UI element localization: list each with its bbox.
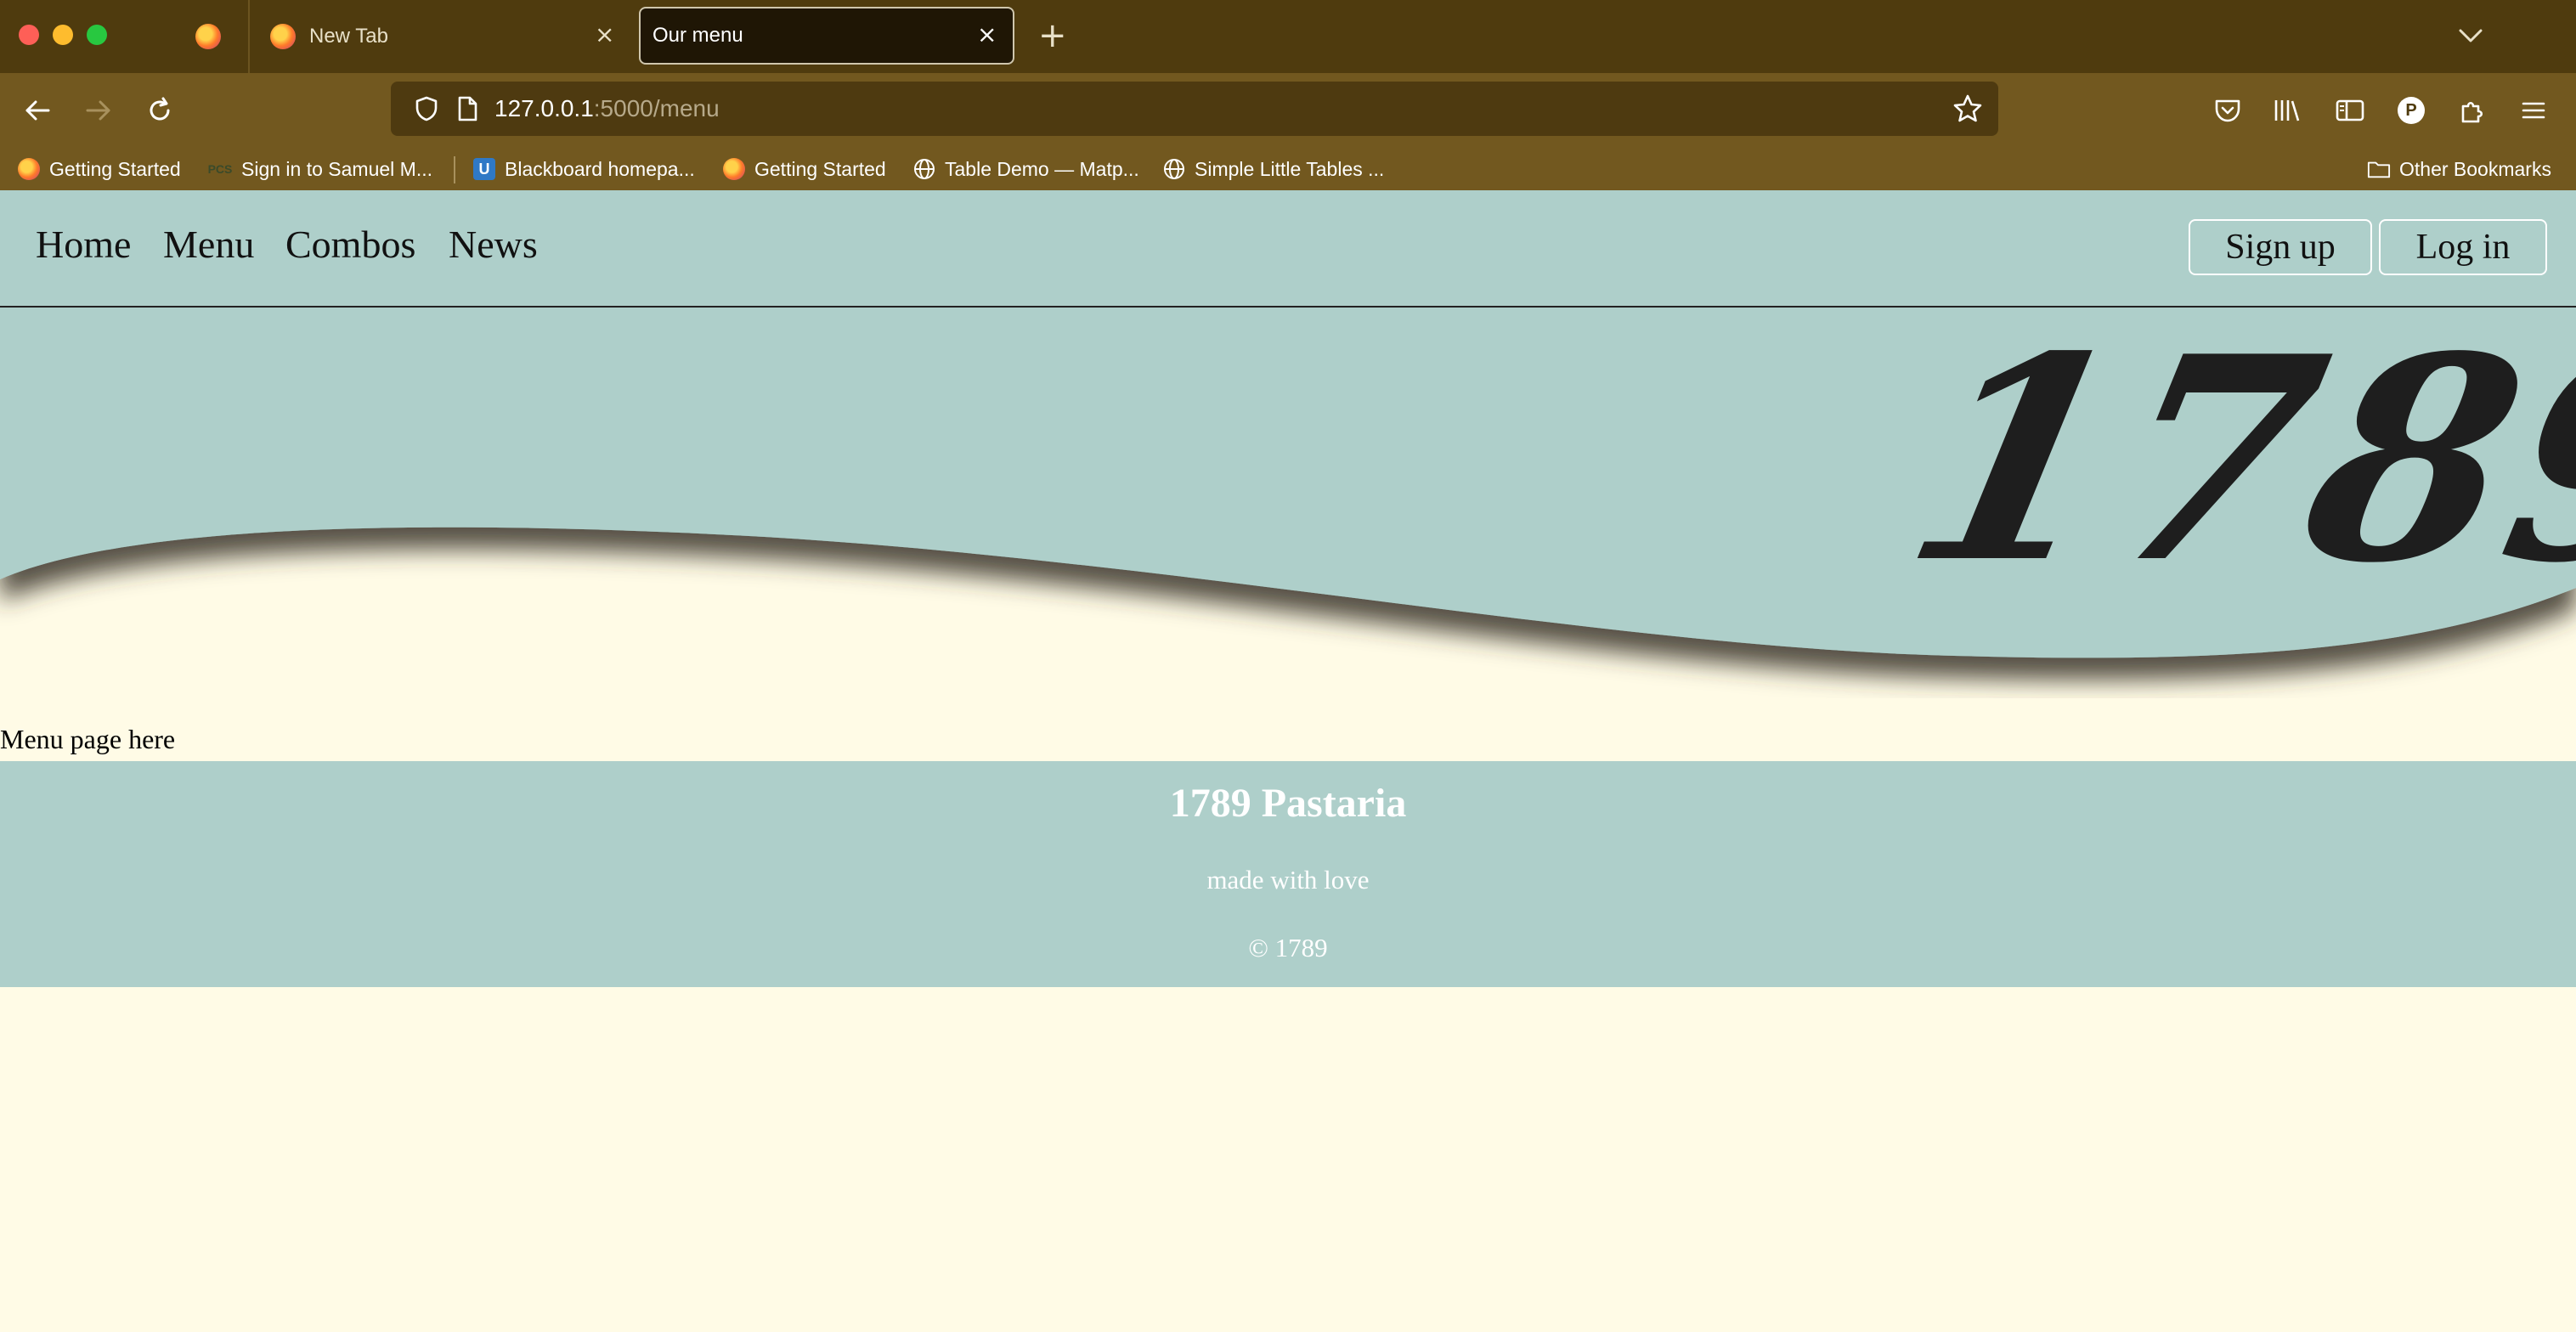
reload-icon [150, 97, 170, 121]
chevron-down-icon[interactable] [2454, 19, 2488, 53]
bookmark-label: Sign in to Samuel M... [241, 157, 432, 180]
firefox-icon [270, 24, 296, 49]
bookmark-blackboard[interactable]: U Blackboard homepa... [472, 148, 695, 190]
firefox-icon [17, 157, 41, 181]
folder-icon [2367, 157, 2391, 181]
back-button[interactable] [19, 92, 56, 129]
close-tab-icon[interactable]: × [977, 20, 997, 48]
globe-icon [912, 157, 936, 181]
footer-copyright: © 1789 [1248, 933, 1328, 962]
browser-toolbar: 127.0.0.1:5000/menu P [0, 73, 2576, 148]
signup-button[interactable]: Sign up [2189, 219, 2372, 275]
tab-new-tab[interactable]: New Tab [270, 0, 388, 73]
bookmark-simple-little-tables[interactable]: Simple Little Tables ... [1162, 148, 1384, 190]
avatar: P [2398, 97, 2425, 124]
bookmark-label: Other Bookmarks [2399, 157, 2551, 180]
tab-our-menu[interactable]: Our menu × [639, 7, 1014, 65]
site-icon: PCS [207, 162, 233, 176]
page-icon[interactable] [455, 95, 479, 122]
bookmark-sign-in[interactable]: PCS Sign in to Samuel M... [207, 148, 432, 190]
sidebar-button[interactable] [2331, 92, 2369, 129]
minimize-window-button[interactable] [53, 25, 73, 45]
address-bar[interactable]: 127.0.0.1:5000/menu [391, 82, 1998, 136]
globe-icon [1162, 157, 1186, 181]
arrow-right-icon [86, 100, 110, 121]
menu-button[interactable] [2515, 92, 2552, 129]
footer-title: 1789 Pastaria [1169, 781, 1407, 826]
bookmark-separator [454, 156, 455, 183]
bookmark-getting-started-2[interactable]: Getting Started [722, 148, 886, 190]
hero-banner: 1789 [0, 295, 2576, 698]
hamburger-menu-icon [2522, 102, 2545, 119]
star-icon[interactable] [1952, 93, 1983, 124]
bookmark-table-demo[interactable]: Table Demo — Matp... [912, 148, 1139, 190]
pocket-button[interactable] [2209, 92, 2246, 129]
pocket-icon [2215, 99, 2240, 122]
bookmark-label: Table Demo — Matp... [945, 157, 1139, 180]
footer-tagline: made with love [1206, 865, 1370, 895]
browser-tab-bar: New Tab × Our menu × + [0, 0, 2576, 73]
zoom-window-button[interactable] [87, 25, 107, 45]
bookmark-getting-started[interactable]: Getting Started [17, 148, 181, 190]
bookmarks-toolbar: Getting Started PCS Sign in to Samuel M.… [0, 148, 2576, 190]
close-tab-icon[interactable]: × [595, 20, 614, 48]
reload-button[interactable] [141, 92, 178, 129]
bookmark-label: Blackboard homepa... [505, 157, 695, 180]
other-bookmarks[interactable]: Other Bookmarks [2367, 148, 2551, 190]
login-button[interactable]: Log in [2379, 219, 2547, 275]
firefox-icon [722, 157, 746, 181]
library-button[interactable] [2268, 92, 2306, 129]
hero-logo-numeral: 1789 [1884, 295, 2576, 624]
tab-divider [248, 0, 250, 73]
page-content-text: Menu page here [0, 724, 176, 754]
nav-news[interactable]: News [449, 221, 538, 268]
url-text[interactable]: 127.0.0.1:5000/menu [494, 95, 720, 122]
url-path: :5000/menu [593, 95, 720, 121]
bookmark-label: Getting Started [754, 157, 886, 180]
nav-menu[interactable]: Menu [163, 221, 254, 268]
account-button[interactable]: P [2392, 92, 2430, 129]
nav-home[interactable]: Home [36, 221, 131, 268]
extensions-button[interactable] [2454, 92, 2491, 129]
tab-pinned[interactable] [195, 0, 234, 73]
shield-icon[interactable] [413, 95, 440, 122]
arrow-left-icon [25, 100, 50, 121]
bookmark-label: Simple Little Tables ... [1195, 157, 1385, 180]
bookmark-label: Getting Started [49, 157, 181, 180]
blackboard-icon: U [472, 157, 496, 181]
sidebar-icon [2336, 99, 2364, 121]
nav-combos[interactable]: Combos [285, 221, 415, 268]
library-icon [2274, 100, 2300, 121]
url-host: 127.0.0.1 [494, 95, 594, 121]
site-navbar: Home Menu Combos News Sign up Log in [0, 190, 2576, 308]
close-window-button[interactable] [19, 25, 39, 45]
new-tab-button[interactable]: + [1038, 15, 1067, 56]
site-footer: 1789 Pastaria made with love © 1789 [0, 761, 2576, 987]
forward-button[interactable] [80, 92, 117, 129]
firefox-icon [195, 24, 221, 49]
puzzle-piece-icon [2461, 101, 2483, 123]
